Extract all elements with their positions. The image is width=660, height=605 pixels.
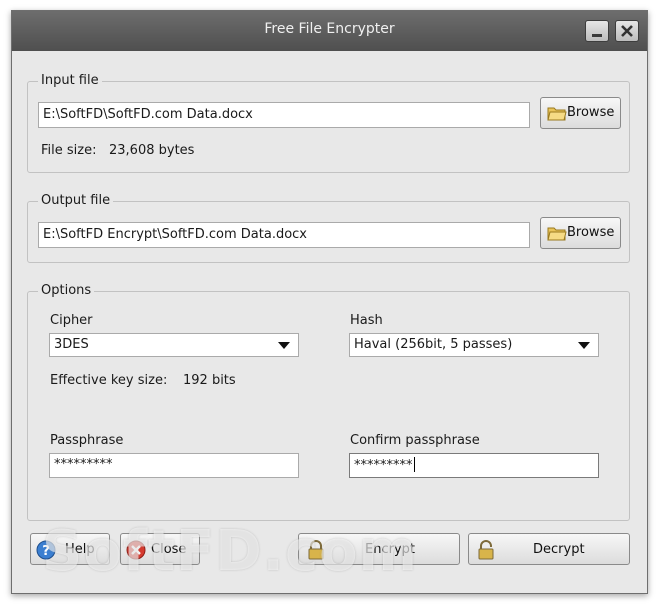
cipher-selected-value: 3DES [54,337,89,352]
output-browse-button[interactable]: Browse [540,217,621,249]
passphrase-field[interactable]: ********* [49,453,299,478]
output-file-group-label: Output file [38,193,114,208]
file-size-label: File size: [41,143,97,158]
confirm-passphrase-value: ********* [354,458,413,473]
help-label: Help [65,542,95,557]
input-file-group-label: Input file [38,73,102,88]
output-file-path-field[interactable]: E:\SoftFD Encrypt\SoftFD.com Data.docx [38,222,530,248]
options-group: Options Cipher 3DES Hash Haval (256bit, … [27,283,630,521]
key-size-label: Effective key size: [50,373,168,388]
folder-icon [547,225,567,245]
input-file-group: Input file E:\SoftFD\SoftFD.com Data.doc… [27,73,630,173]
text-cursor [413,457,415,472]
close-button[interactable]: Close [120,533,200,565]
chevron-down-icon [578,342,590,349]
decrypt-button[interactable]: Decrypt [468,533,630,565]
confirm-passphrase-field[interactable]: ********* [349,453,599,478]
close-window-button[interactable] [615,20,639,42]
close-label: Close [151,542,187,557]
lock-icon [307,540,325,564]
encrypt-label: Encrypt [365,542,415,557]
file-size-value: 23,608 bytes [109,143,195,158]
output-browse-label: Browse [567,225,615,240]
input-file-path-field[interactable]: E:\SoftFD\SoftFD.com Data.docx [38,102,530,128]
input-browse-button[interactable]: Browse [540,97,621,129]
chevron-down-icon [278,342,290,349]
passphrase-label: Passphrase [50,433,124,448]
encrypt-button[interactable]: Encrypt [298,533,460,565]
key-size-value: 192 bits [183,373,236,388]
svg-text:?: ? [42,544,50,559]
help-button[interactable]: ? Help [30,533,110,565]
cipher-label: Cipher [50,313,93,328]
hash-select[interactable]: Haval (256bit, 5 passes) [349,333,599,357]
output-file-group: Output file E:\SoftFD Encrypt\SoftFD.com… [27,193,630,263]
help-icon: ? [36,540,56,564]
title-bar: Free File Encrypter [12,11,647,51]
options-group-label: Options [38,283,95,298]
hash-label: Hash [350,313,383,328]
confirm-passphrase-label: Confirm passphrase [350,433,480,448]
folder-icon [547,105,567,125]
unlock-icon [477,540,495,564]
hash-selected-value: Haval (256bit, 5 passes) [354,337,513,352]
cipher-select[interactable]: 3DES [49,333,299,357]
app-window: Free File Encrypter Input file E:\SoftFD… [11,10,648,594]
close-x-icon [621,25,633,37]
close-icon [126,540,146,564]
input-browse-label: Browse [567,105,615,120]
minimize-button[interactable] [585,20,609,42]
window-title: Free File Encrypter [264,21,395,37]
passphrase-value: ********* [54,457,113,472]
decrypt-label: Decrypt [533,542,585,557]
